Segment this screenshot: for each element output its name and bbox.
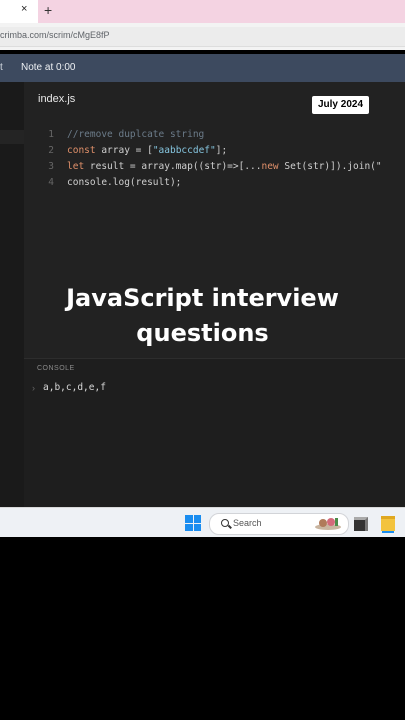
code-line: 3 let result = array.map((str)=>[...new S…	[38, 159, 382, 175]
code-line: 2 const array = ["aabbccdef"];	[38, 143, 382, 159]
code-token: let	[67, 161, 85, 172]
date-badge: July 2024	[312, 96, 369, 114]
code-token: const	[67, 145, 96, 156]
console-panel: CONSOLE › a,b,c,d,e,f	[24, 358, 405, 508]
editor-filename-tab[interactable]: index.js	[38, 93, 75, 105]
tab-close-icon[interactable]: ×	[21, 3, 27, 15]
code-lines: 1 //remove duplcate string 2 const array = …	[38, 127, 382, 191]
screen-recording-frame: × + crimba.com/scrim/cMgE8fP t Note at 0…	[0, 0, 405, 537]
windows-taskbar: Search	[0, 507, 405, 537]
address-bar-row: crimba.com/scrim/cMgE8fP	[0, 23, 405, 50]
code-line: 1 //remove duplcate string	[38, 127, 382, 143]
code-token: Set(str)]).join("	[278, 161, 382, 172]
code-line: 4 console.log(result);	[38, 175, 382, 191]
url-text: crimba.com/scrim/cMgE8fP	[0, 30, 110, 40]
browser-tab[interactable]: ×	[0, 0, 38, 23]
chevron-right-icon: ›	[32, 383, 35, 393]
overlay-title-line-2: questions	[136, 319, 269, 347]
code-token: ];	[215, 145, 228, 156]
task-view-icon[interactable]	[354, 517, 368, 531]
code-token: array = [	[95, 145, 153, 156]
line-number: 1	[48, 129, 54, 140]
taskbar-search-box[interactable]: Search	[209, 513, 349, 535]
code-token: "aabbccdef"	[152, 145, 216, 156]
note-button[interactable]: Note at 0:00	[21, 62, 75, 73]
code-token: result = array.map((str)=>[...	[84, 161, 262, 172]
video-title-overlay: JavaScript interview questions	[0, 281, 405, 351]
console-output: a,b,c,d,e,f	[43, 382, 106, 393]
search-icon	[221, 519, 229, 527]
line-number: 2	[48, 145, 54, 156]
sidebar-active-item[interactable]	[0, 130, 24, 144]
browser-tab-strip: × +	[0, 0, 405, 23]
line-number: 3	[48, 161, 54, 172]
search-label: Search	[233, 518, 262, 528]
console-title: CONSOLE	[37, 365, 75, 372]
code-token: //remove duplcate string	[67, 129, 205, 140]
address-bar[interactable]: crimba.com/scrim/cMgE8fP	[0, 27, 405, 47]
file-explorer-icon[interactable]	[381, 516, 395, 533]
code-token: console.log(result);	[67, 177, 182, 188]
overlay-title-line-1: JavaScript interview	[66, 284, 339, 312]
code-token: new	[261, 161, 279, 172]
new-tab-button[interactable]: +	[44, 2, 52, 18]
scrim-header-bar: t Note at 0:00	[0, 54, 405, 82]
windows-start-icon[interactable]	[185, 515, 201, 531]
header-left-text: t	[0, 62, 3, 73]
search-highlight-icon	[315, 518, 341, 530]
line-number: 4	[48, 177, 54, 188]
